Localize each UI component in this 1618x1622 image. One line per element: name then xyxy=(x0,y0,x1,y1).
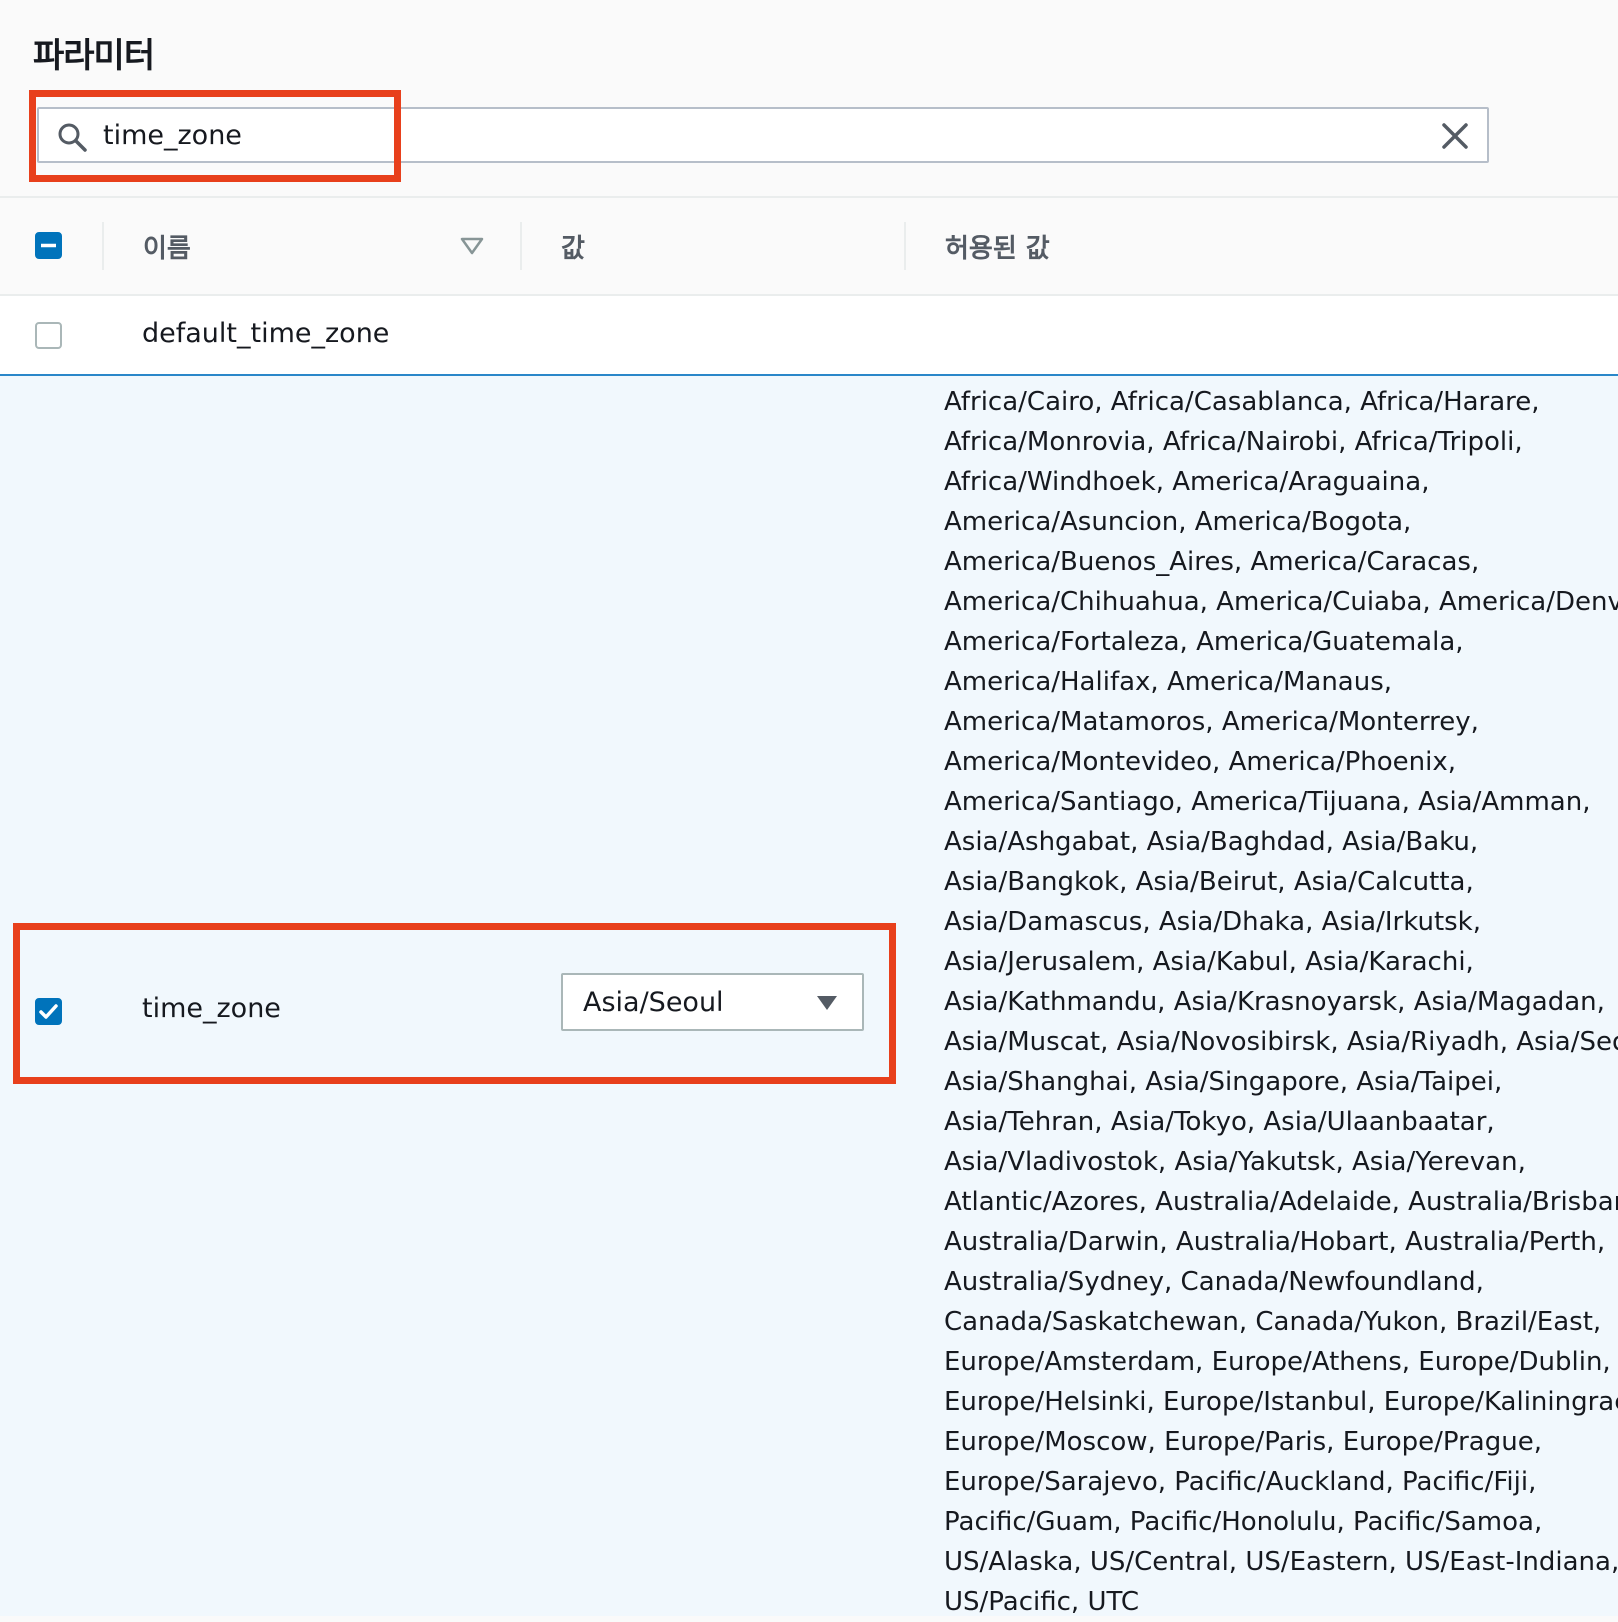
allowed-values-line: US/Alaska, US/Central, US/Eastern, US/Ea… xyxy=(944,1547,1618,1577)
allowed-values-line: America/Asuncion, America/Bogota, xyxy=(944,507,1412,537)
allowed-values-line: Asia/Damascus, Asia/Dhaka, Asia/Irkutsk, xyxy=(944,907,1481,937)
row-highlight-box xyxy=(13,923,896,1084)
allowed-values-line: Atlantic/Azores, Australia/Adelaide, Aus… xyxy=(944,1187,1618,1217)
table-row[interactable]: default_time_zone xyxy=(0,296,1618,376)
search-highlight-box xyxy=(29,90,401,182)
allowed-values-line: America/Santiago, America/Tijuana, Asia/… xyxy=(944,787,1591,817)
allowed-values-line: Europe/Moscow, Europe/Paris, Europe/Prag… xyxy=(944,1427,1542,1457)
allowed-values-line: Europe/Helsinki, Europe/Istanbul, Europe… xyxy=(944,1387,1618,1417)
table-header: 이름 값 허용된 값 xyxy=(0,196,1618,296)
allowed-values-line: Pacific/Guam, Pacific/Honolulu, Pacific/… xyxy=(944,1507,1543,1537)
row-checkbox[interactable] xyxy=(35,322,62,349)
allowed-values-line: Australia/Sydney, Canada/Newfoundland, xyxy=(944,1267,1484,1297)
allowed-values-line: America/Halifax, America/Manaus, xyxy=(944,667,1393,697)
allowed-values-line: America/Buenos_Aires, America/Caracas, xyxy=(944,547,1480,577)
column-separator xyxy=(904,222,906,270)
column-separator xyxy=(102,222,104,270)
column-header-allowed-values[interactable]: 허용된 값 xyxy=(945,228,1050,265)
parameter-name: default_time_zone xyxy=(142,318,390,349)
allowed-values-line: Asia/Bangkok, Asia/Beirut, Asia/Calcutta… xyxy=(944,867,1474,897)
allowed-values-line: Asia/Tehran, Asia/Tokyo, Asia/Ulaanbaata… xyxy=(944,1107,1495,1137)
allowed-values-line: America/Montevideo, America/Phoenix, xyxy=(944,747,1456,777)
allowed-values-line: America/Chihuahua, America/Cuiaba, Ameri… xyxy=(944,587,1618,617)
allowed-values-line: Africa/Cairo, Africa/Casablanca, Africa/… xyxy=(944,387,1540,417)
allowed-values-line: Europe/Sarajevo, Pacific/Auckland, Pacif… xyxy=(944,1467,1537,1497)
select-all-checkbox[interactable] xyxy=(35,232,62,259)
allowed-values-line: Africa/Monrovia, Africa/Nairobi, Africa/… xyxy=(944,427,1523,457)
minus-icon xyxy=(41,243,56,248)
allowed-values-line: Asia/Ashgabat, Asia/Baghdad, Asia/Baku, xyxy=(944,827,1479,857)
allowed-values-line: Asia/Jerusalem, Asia/Kabul, Asia/Karachi… xyxy=(944,947,1474,977)
allowed-values-line: America/Fortaleza, America/Guatemala, xyxy=(944,627,1464,657)
allowed-values-line: Asia/Shanghai, Asia/Singapore, Asia/Taip… xyxy=(944,1067,1503,1097)
column-header-name[interactable]: 이름 xyxy=(143,228,191,265)
sort-down-icon[interactable] xyxy=(460,236,484,256)
allowed-values-line: Europe/Amsterdam, Europe/Athens, Europe/… xyxy=(944,1347,1611,1377)
allowed-values-line: Canada/Saskatchewan, Canada/Yukon, Brazi… xyxy=(944,1307,1602,1337)
allowed-values-line: Asia/Kathmandu, Asia/Krasnoyarsk, Asia/M… xyxy=(944,987,1605,1017)
allowed-values-line: Asia/Vladivostok, Asia/Yakutsk, Asia/Yer… xyxy=(944,1147,1526,1177)
column-header-value[interactable]: 값 xyxy=(561,228,585,265)
allowed-values-line: Asia/Muscat, Asia/Novosibirsk, Asia/Riya… xyxy=(944,1027,1618,1057)
page-title: 파라미터 xyxy=(33,36,155,76)
close-icon[interactable] xyxy=(1441,122,1469,150)
allowed-values-line: America/Matamoros, America/Monterrey, xyxy=(944,707,1479,737)
allowed-values-line: Australia/Darwin, Australia/Hobart, Aust… xyxy=(944,1227,1606,1257)
allowed-values-line: US/Pacific, UTC xyxy=(944,1587,1139,1617)
allowed-values-line: Africa/Windhoek, America/Araguaina, xyxy=(944,467,1430,497)
column-separator xyxy=(520,222,522,270)
allowed-values-text: Africa/Cairo, Africa/Casablanca, Africa/… xyxy=(944,382,1618,1622)
